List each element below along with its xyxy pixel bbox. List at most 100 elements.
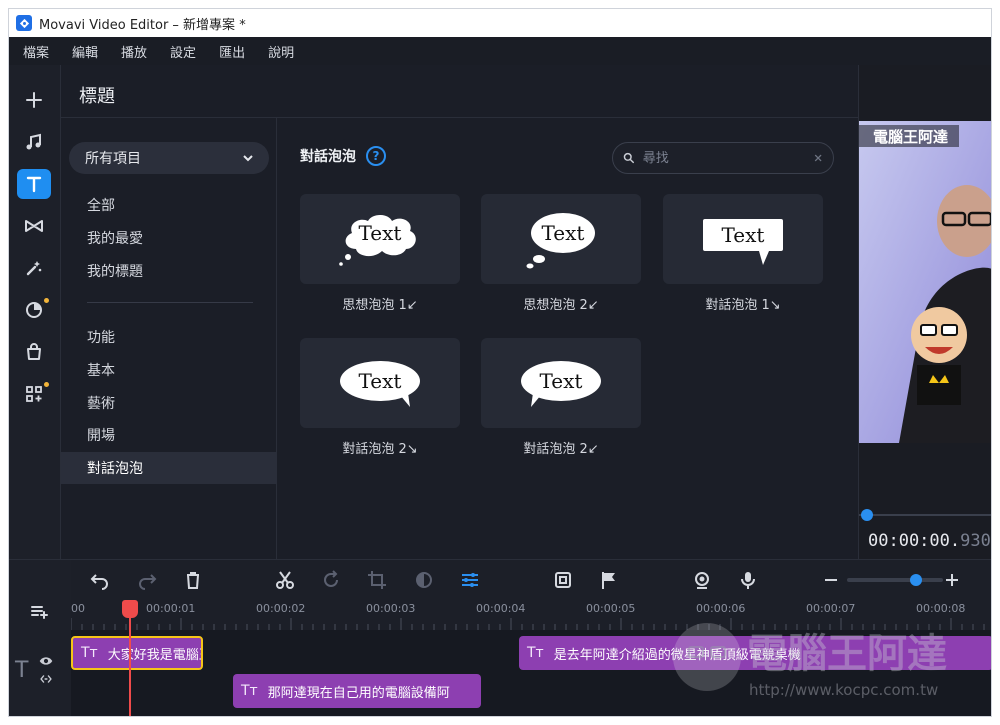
speech-rect-icon: Text bbox=[703, 219, 783, 265]
menu-file[interactable]: 檔案 bbox=[23, 42, 49, 61]
title-tile-speech-2-right[interactable]: Text bbox=[300, 338, 460, 428]
menu-settings[interactable]: 設定 bbox=[170, 42, 196, 61]
zoom-in-button[interactable] bbox=[941, 569, 963, 591]
category-opening[interactable]: 開場 bbox=[61, 419, 277, 451]
cut-button[interactable] bbox=[274, 569, 296, 591]
watermark-url: http://www.kocpc.com.tw bbox=[749, 681, 938, 699]
video-frame-image: 電腦王阿達 bbox=[859, 121, 991, 443]
color-adjust-button[interactable] bbox=[413, 569, 435, 591]
link-toggle[interactable] bbox=[39, 672, 53, 686]
import-button[interactable] bbox=[17, 85, 51, 115]
title-track-icon: T bbox=[15, 658, 29, 683]
speech-oval-icon: Text bbox=[340, 361, 420, 407]
titles-panel: 標題 所有項目 全部 我的最愛 我的標題 功能 基本 藝術 開場 對話泡泡 對話… bbox=[61, 65, 858, 559]
title-tile-thought-1[interactable]: Text bbox=[300, 194, 460, 284]
marker-button[interactable] bbox=[598, 569, 620, 591]
transitions-button[interactable] bbox=[17, 211, 51, 241]
delete-button[interactable] bbox=[182, 569, 204, 591]
menu-edit[interactable]: 編輯 bbox=[72, 42, 98, 61]
plus-icon bbox=[946, 574, 958, 586]
rotate-icon bbox=[324, 570, 338, 587]
title-tile-speech-1[interactable]: Text bbox=[663, 194, 823, 284]
close-icon[interactable] bbox=[813, 151, 823, 165]
record-button[interactable] bbox=[691, 569, 713, 591]
microphone-icon bbox=[741, 572, 755, 589]
tile-label: 思想泡泡 1↙ bbox=[342, 298, 418, 313]
movavi-logo-icon bbox=[16, 15, 32, 31]
webcam-icon bbox=[695, 572, 709, 589]
rotate-button[interactable] bbox=[320, 569, 342, 591]
window-title: Movavi Video Editor – 新增專案 * bbox=[39, 17, 246, 33]
transition-icon bbox=[25, 220, 43, 232]
title-clip[interactable]: Tт 那阿達現在自己用的電腦設備阿 bbox=[233, 674, 481, 708]
filter-pie-icon bbox=[26, 302, 42, 318]
category-dropdown[interactable]: 所有項目 bbox=[69, 142, 269, 174]
eye-icon bbox=[39, 657, 53, 665]
tile-text: Text bbox=[722, 223, 765, 247]
category-artistic[interactable]: 藝術 bbox=[61, 387, 277, 419]
category-favorites[interactable]: 我的最愛 bbox=[61, 222, 277, 254]
ruler-label: 00:00:02 bbox=[256, 602, 306, 615]
frame-icon bbox=[555, 572, 571, 588]
menu-help[interactable]: 說明 bbox=[268, 42, 294, 61]
menu-export[interactable]: 匯出 bbox=[219, 42, 245, 61]
tile-label: 對話泡泡 1↘ bbox=[705, 298, 781, 313]
scrubber-knob[interactable] bbox=[861, 509, 873, 521]
ruler-label: 00:00:05 bbox=[586, 602, 636, 615]
visibility-toggle[interactable] bbox=[39, 654, 53, 668]
grid-plus-icon bbox=[26, 386, 42, 402]
timecode: 00:00:00.930 bbox=[868, 531, 991, 551]
titles-button[interactable] bbox=[17, 169, 51, 199]
search-input[interactable] bbox=[642, 150, 813, 166]
magic-wand-icon bbox=[26, 261, 42, 276]
title-clip[interactable]: Tт 大家好我是電腦王 bbox=[71, 636, 203, 670]
undo-button[interactable] bbox=[89, 569, 111, 591]
category-basic[interactable]: 基本 bbox=[61, 354, 277, 386]
title-tile-speech-2-left[interactable]: Text bbox=[481, 338, 641, 428]
divider bbox=[87, 302, 253, 303]
flag-icon bbox=[602, 572, 615, 589]
preview-video[interactable]: 電腦王阿達 bbox=[859, 121, 991, 443]
music-note-icon bbox=[26, 133, 41, 150]
clip-properties-button[interactable] bbox=[459, 569, 481, 591]
title-tile-thought-2[interactable]: Text bbox=[481, 194, 641, 284]
playhead[interactable] bbox=[129, 608, 131, 716]
thought-oval-icon: Text bbox=[526, 213, 595, 269]
tile-label: 對話泡泡 2↘ bbox=[342, 442, 418, 457]
category-list: 所有項目 全部 我的最愛 我的標題 功能 基本 藝術 開場 對話泡泡 bbox=[61, 118, 277, 559]
zoom-slider[interactable] bbox=[847, 578, 943, 582]
help-icon[interactable]: ? bbox=[366, 146, 386, 166]
undo-icon bbox=[90, 574, 108, 590]
category-speech-bubbles[interactable]: 對話泡泡 bbox=[61, 452, 277, 484]
title-bar: Movavi Video Editor – 新增專案 * bbox=[9, 9, 991, 37]
new-indicator-dot bbox=[44, 298, 49, 303]
voiceover-button[interactable] bbox=[737, 569, 759, 591]
ruler-label: 00:00:03 bbox=[366, 602, 416, 615]
tile-text: Text bbox=[359, 369, 402, 393]
app-window: Movavi Video Editor – 新增專案 * 檔案 編輯 播放 設定… bbox=[8, 8, 992, 717]
category-features[interactable]: 功能 bbox=[61, 321, 277, 353]
zoom-slider-knob[interactable] bbox=[910, 574, 922, 586]
category-all[interactable]: 全部 bbox=[61, 189, 277, 221]
menu-bar: 檔案 編輯 播放 設定 匯出 說明 bbox=[9, 37, 991, 65]
effects-button[interactable] bbox=[17, 253, 51, 283]
contrast-icon bbox=[416, 572, 432, 588]
track-headers: T bbox=[9, 560, 71, 716]
crop-button[interactable] bbox=[366, 569, 388, 591]
music-button[interactable] bbox=[17, 127, 51, 157]
store-button[interactable] bbox=[17, 337, 51, 367]
more-tools-button[interactable] bbox=[17, 379, 51, 409]
menu-playback[interactable]: 播放 bbox=[121, 42, 147, 61]
preview-scrubber[interactable] bbox=[859, 507, 992, 523]
redo-button[interactable] bbox=[136, 569, 158, 591]
zoom-out-button[interactable] bbox=[820, 569, 842, 591]
filters-button[interactable] bbox=[17, 295, 51, 325]
category-my-titles[interactable]: 我的標題 bbox=[61, 255, 277, 287]
text-t-icon bbox=[26, 176, 42, 193]
sliders-icon bbox=[462, 573, 478, 587]
stabilize-button[interactable] bbox=[552, 569, 574, 591]
ruler-label: 00:00:01 bbox=[146, 602, 196, 615]
panel-title: 標題 bbox=[79, 86, 115, 107]
title-clip-icon: Tт bbox=[527, 645, 544, 661]
add-track-button[interactable] bbox=[29, 600, 51, 622]
